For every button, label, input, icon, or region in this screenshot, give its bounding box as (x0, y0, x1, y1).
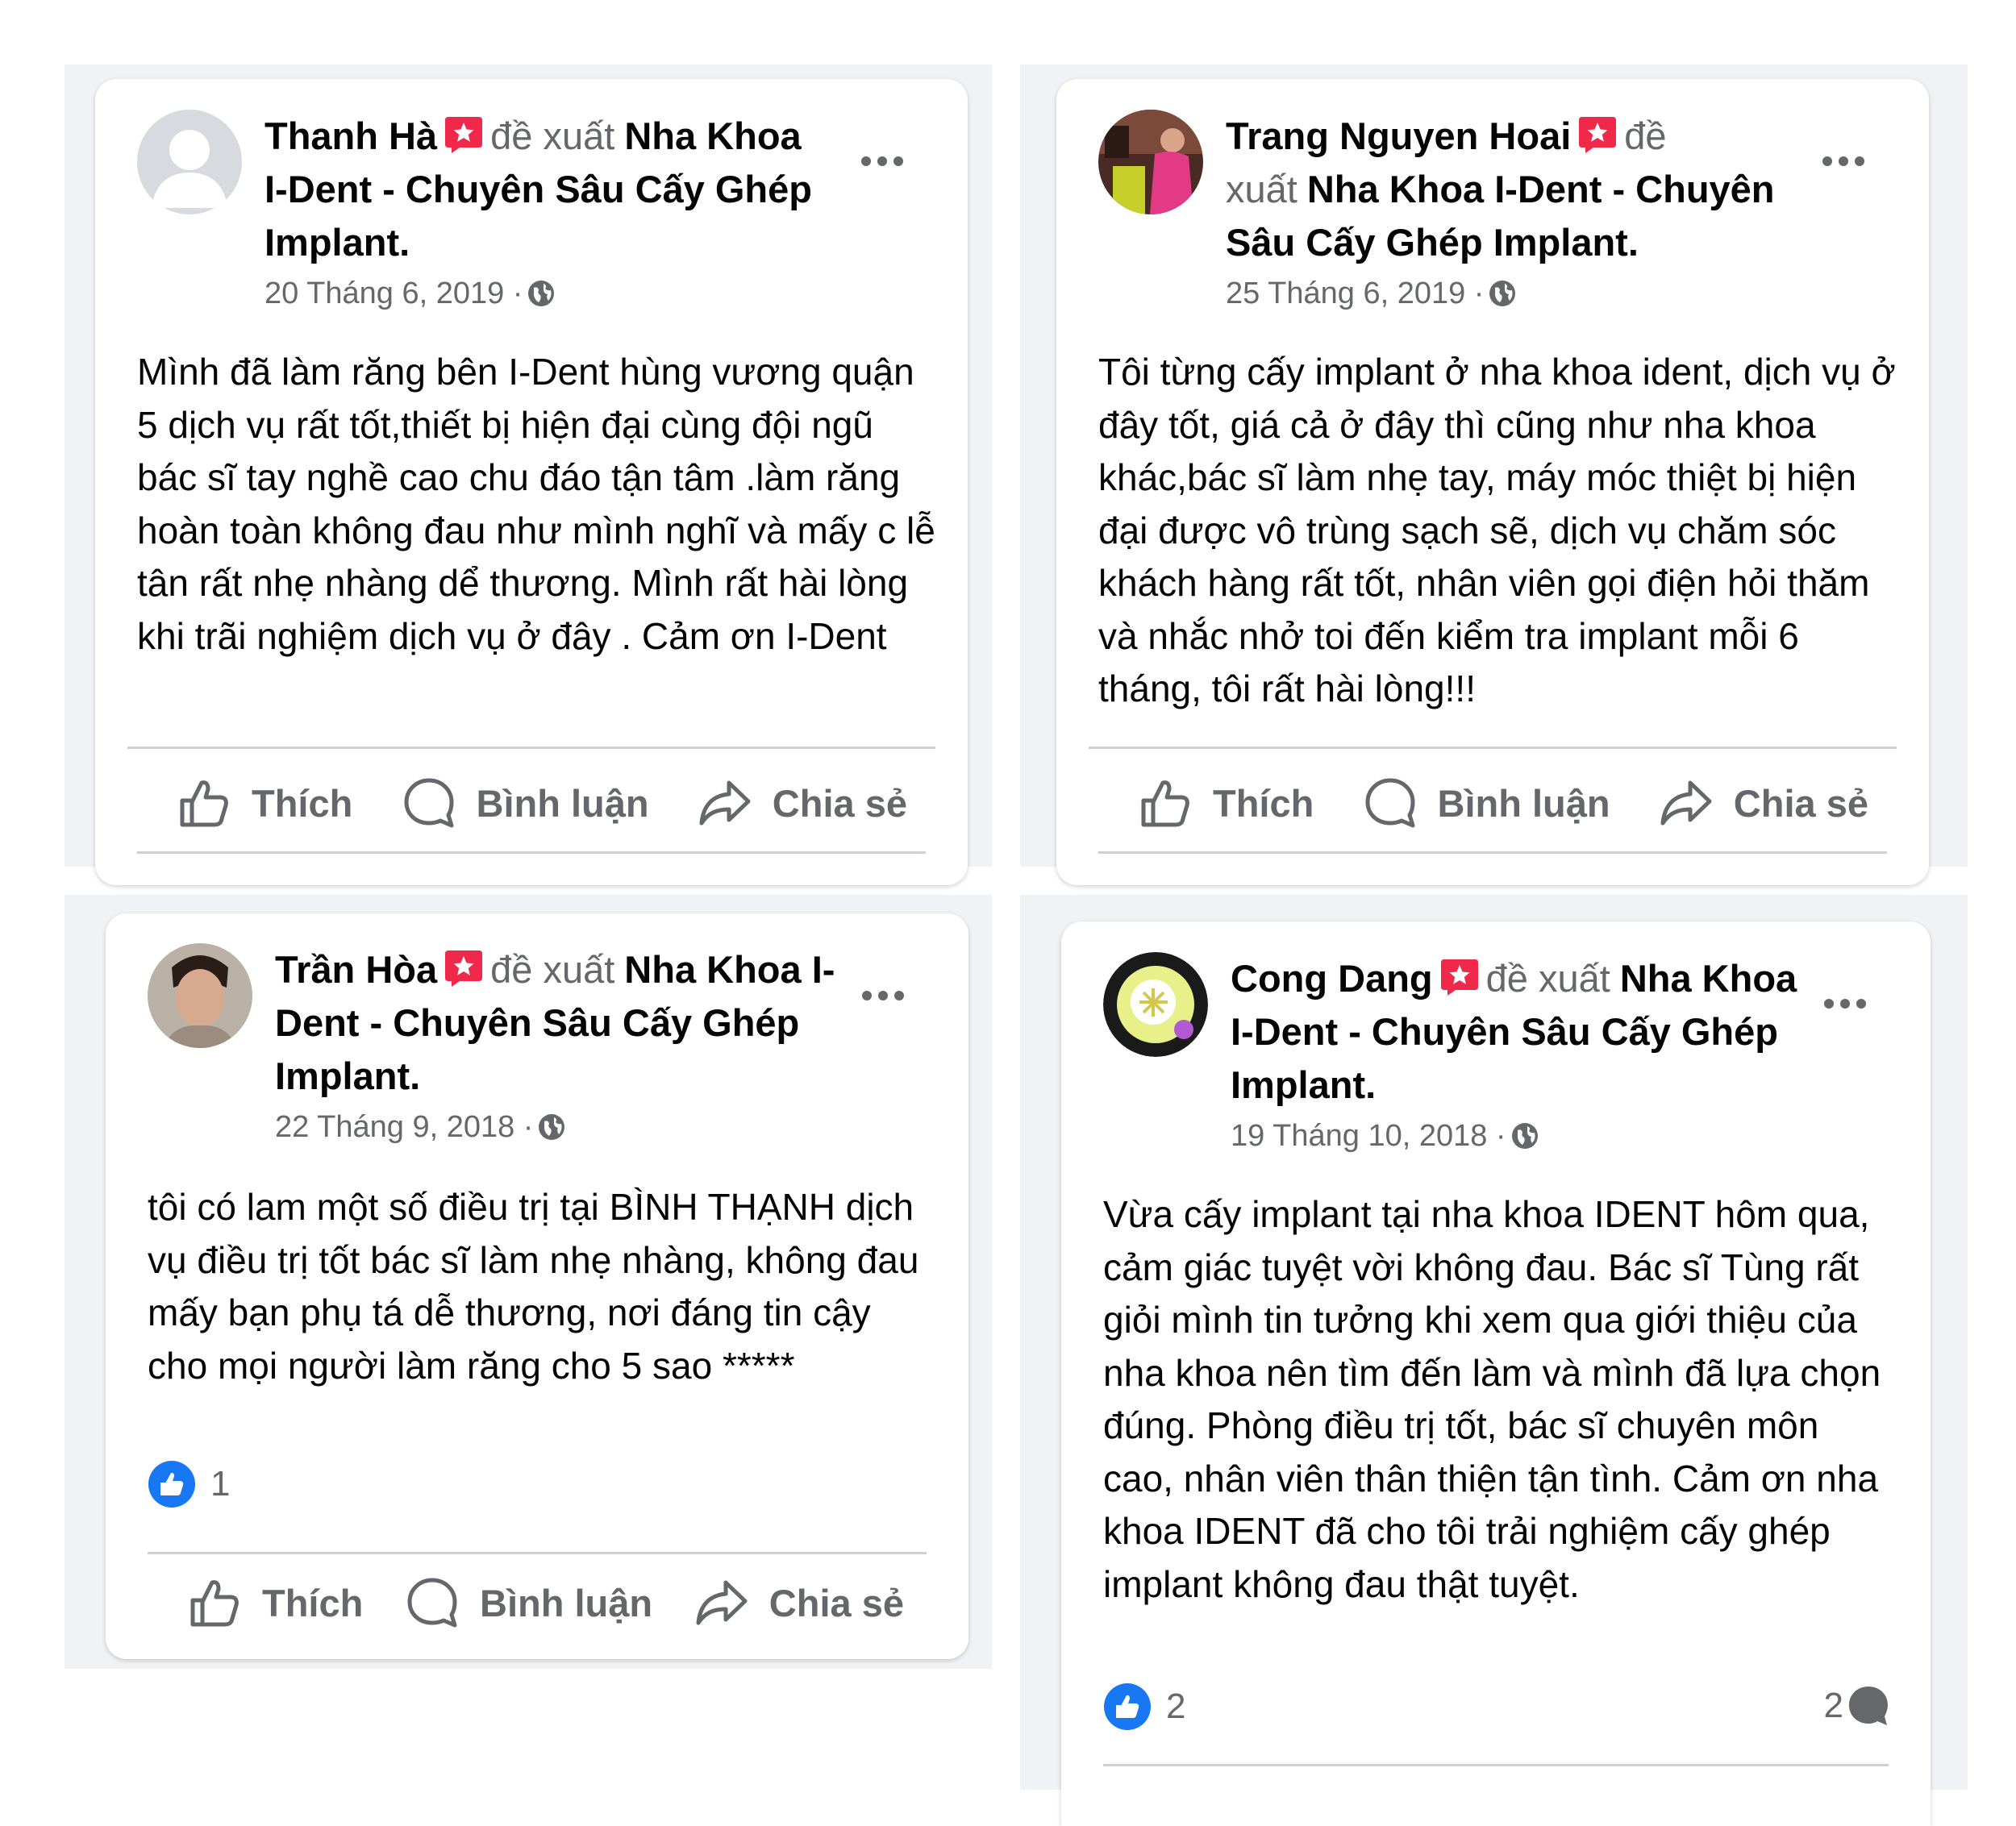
divider (1103, 1764, 1889, 1766)
post-date[interactable]: 22 Tháng 9, 2018 · (275, 1110, 533, 1144)
like-label: Thích (1213, 781, 1314, 825)
share-label: Chia sẻ (772, 781, 907, 825)
reaction-summary[interactable]: 1 (148, 1460, 230, 1508)
comment-label: Bình luận (1437, 781, 1610, 825)
recommend-icon (444, 949, 484, 988)
more-options-icon[interactable] (1821, 994, 1869, 1013)
recommend-verb: đề xuất (490, 114, 615, 157)
like-label: Thích (252, 781, 353, 825)
recommend-icon (444, 115, 484, 154)
avatar-photo[interactable] (148, 943, 252, 1048)
recommend-verb: đề xuất (490, 948, 615, 991)
recommend-icon (1577, 115, 1618, 154)
author-name[interactable]: Trang Nguyen Hoai (1226, 114, 1571, 157)
like-count: 2 (1166, 1687, 1186, 1726)
post-date[interactable]: 20 Tháng 6, 2019 · (264, 277, 523, 310)
like-button[interactable]: Thích (188, 1576, 363, 1629)
globe-icon (526, 278, 556, 309)
globe-icon (1510, 1121, 1540, 1151)
review-card-2: Trang Nguyen Hoai đề xuất Nha Khoa I-Dent … (1056, 79, 1929, 885)
more-options-icon[interactable] (859, 986, 907, 1005)
share-icon (698, 776, 752, 830)
divider (1089, 747, 1897, 749)
share-label: Chia sẻ (1733, 781, 1868, 825)
action-bar: Thích Bình luận Chia sẻ (188, 1570, 904, 1635)
comment-count-value: 2 (1823, 1686, 1843, 1725)
like-button[interactable]: Thích (177, 776, 352, 830)
like-count: 1 (210, 1464, 231, 1504)
review-text: tôi có lam một số điều trị tại BÌNH THẠN… (148, 1186, 919, 1387)
post-header: Thanh Hà đề xuất Nha Khoa I-Dent - Chuyên … (264, 110, 835, 316)
post-header: Trần Hòa đề xuất Nha Khoa I-Dent - Chuyên … (275, 943, 835, 1150)
author-name[interactable]: Cong Dang (1231, 957, 1433, 1000)
like-label: Thích (262, 1581, 364, 1624)
recommend-icon (1439, 958, 1480, 996)
post-date[interactable]: 19 Tháng 10, 2018 · (1231, 1119, 1506, 1153)
review-text: Vừa cấy implant tại nha khoa IDENT hôm q… (1103, 1193, 1881, 1605)
author-name[interactable]: Trần Hòa (275, 948, 437, 991)
comment-label: Bình luận (476, 781, 649, 825)
share-icon (695, 1576, 748, 1629)
like-button[interactable]: Thích (1139, 776, 1314, 830)
action-bar: Thích Bình luận Chia sẻ (177, 771, 907, 835)
globe-icon (1487, 278, 1518, 309)
post-header: Trang Nguyen Hoai đề xuất Nha Khoa I-Dent … (1226, 110, 1796, 316)
like-icon (188, 1576, 241, 1629)
reaction-summary[interactable]: 2 (1103, 1682, 1185, 1731)
like-reaction-icon (1103, 1682, 1152, 1731)
divider (1098, 851, 1887, 854)
recommend-verb: đề xuất (1485, 957, 1610, 1000)
comment-button[interactable]: Bình luận (1364, 776, 1610, 830)
comment-icon (1364, 776, 1417, 830)
post-date[interactable]: 25 Tháng 6, 2019 · (1226, 277, 1484, 310)
avatar-logo[interactable] (1103, 952, 1208, 1057)
comment-icon (402, 776, 456, 830)
comment-count[interactable]: 2 (1824, 1684, 1890, 1728)
globe-icon (536, 1112, 567, 1142)
more-options-icon[interactable] (1819, 152, 1868, 171)
avatar-default[interactable] (137, 110, 242, 214)
divider (137, 851, 926, 854)
share-label: Chia sẻ (768, 1581, 904, 1624)
like-reaction-icon (148, 1460, 196, 1508)
divider (127, 747, 935, 749)
action-bar: Thích Bình luận Chia sẻ (1139, 771, 1868, 835)
comment-icon (406, 1576, 459, 1629)
review-text: Tôi từng cấy implant ở nha khoa ident, d… (1098, 351, 1896, 709)
share-button[interactable]: Chia sẻ (1660, 776, 1868, 830)
share-button[interactable]: Chia sẻ (698, 776, 907, 830)
like-icon (177, 776, 231, 830)
review-card-3: Trần Hòa đề xuất Nha Khoa I-Dent - Chuyên … (106, 913, 968, 1659)
more-options-icon[interactable] (858, 152, 906, 171)
share-button[interactable]: Chia sẻ (695, 1576, 904, 1629)
share-icon (1660, 776, 1713, 830)
avatar-photo[interactable] (1098, 110, 1203, 214)
page-name[interactable]: Nha Khoa I-Dent - Chuyên Sâu Cấy Ghép Im… (1226, 168, 1775, 264)
like-icon (1139, 776, 1192, 830)
review-text: Mình đã làm răng bên I-Dent hùng vương q… (137, 351, 935, 657)
comment-button[interactable]: Bình luận (406, 1576, 652, 1629)
author-name[interactable]: Thanh Hà (264, 114, 437, 157)
comment-button[interactable]: Bình luận (402, 776, 649, 830)
review-card-4: Cong Dang đề xuất Nha Khoa I-Dent - Chuyên… (1061, 921, 1931, 1826)
comment-bubble-icon (1847, 1684, 1890, 1728)
comment-label: Bình luận (480, 1581, 653, 1624)
post-header: Cong Dang đề xuất Nha Khoa I-Dent - Chuyên… (1231, 952, 1797, 1158)
review-card-1: Thanh Hà đề xuất Nha Khoa I-Dent - Chuyên … (95, 79, 968, 885)
divider (148, 1552, 927, 1554)
